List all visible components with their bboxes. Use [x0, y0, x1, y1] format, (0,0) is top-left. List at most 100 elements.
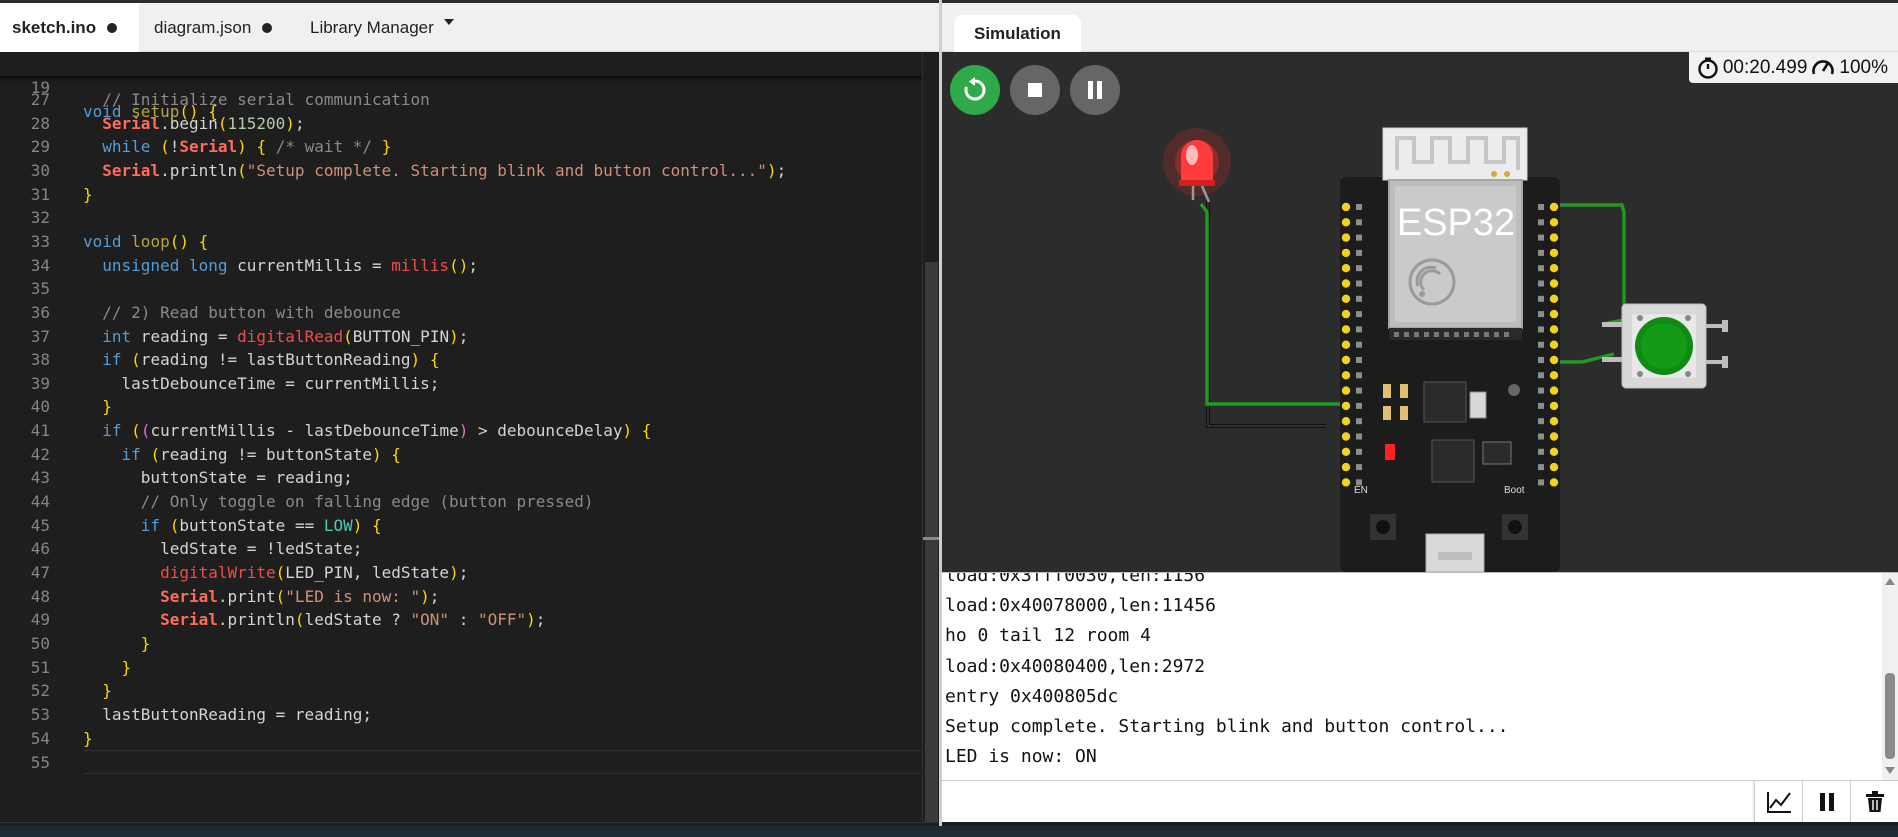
pin-label-mark — [1356, 265, 1362, 272]
led-anode-wire[interactable] — [1199, 202, 1342, 406]
serial-input[interactable] — [942, 781, 1752, 823]
pin-label-mark — [1356, 311, 1362, 318]
code-line[interactable]: 47 digitalWrite(LED_PIN, ledState); — [0, 561, 922, 585]
code-line[interactable]: 48 Serial.print("LED is now: "); — [0, 585, 922, 609]
header-pin[interactable] — [1341, 462, 1351, 472]
simulation-canvas[interactable]: 00:20.499 100% ESP32 EN Boot — [942, 52, 1898, 572]
header-pin[interactable] — [1341, 294, 1351, 303]
header-pin[interactable] — [1549, 432, 1559, 441]
header-pin[interactable] — [1341, 447, 1351, 456]
header-pin[interactable] — [1341, 309, 1351, 319]
header-pin[interactable] — [1341, 478, 1351, 487]
code-line[interactable]: 55 — [31, 750, 922, 775]
sticky-scroll-line[interactable]: 19 void setup() { — [0, 52, 922, 121]
header-pin[interactable] — [1549, 355, 1559, 365]
tab-library-manager[interactable]: Library Manager — [298, 3, 466, 52]
scrollbar-thumb[interactable] — [1885, 673, 1895, 759]
code-line[interactable]: 29 while (!Serial) { /* wait */ } — [0, 135, 922, 159]
code-line[interactable]: 53 lastButtonReading = reading; — [0, 703, 922, 727]
code-line[interactable]: 44 // Only toggle on falling edge (butto… — [0, 490, 922, 514]
serial-scrollbar[interactable] — [1882, 573, 1898, 780]
header-pin[interactable] — [1549, 417, 1559, 426]
header-pin[interactable] — [1549, 294, 1559, 303]
code-line[interactable]: 37 int reading = digitalRead(BUTTON_PIN)… — [0, 325, 922, 349]
code-line[interactable]: 51 } — [0, 656, 922, 680]
header-pin[interactable] — [1549, 279, 1559, 288]
scroll-down-icon[interactable] — [1885, 767, 1895, 774]
header-pin[interactable] — [1341, 371, 1351, 380]
code-line[interactable]: 31} — [0, 183, 922, 207]
code-line[interactable]: 52 } — [0, 679, 922, 703]
header-pin[interactable] — [1341, 248, 1351, 258]
editor-tab-bar: sketch.ino diagram.json Library Manager — [0, 0, 939, 52]
header-pin[interactable] — [1549, 202, 1559, 212]
code-area[interactable]: 19 void setup() { 26 pinMode(BUTTON_PIN,… — [0, 52, 922, 822]
header-pin[interactable] — [1341, 432, 1351, 441]
code-line[interactable]: 36 // 2) Read button with debounce — [0, 301, 922, 325]
code-line[interactable]: 39 lastDebounceTime = currentMillis; — [0, 372, 922, 396]
header-pin[interactable] — [1341, 340, 1351, 349]
pin-label-mark — [1356, 326, 1362, 333]
esp32-board[interactable] — [1340, 127, 1560, 572]
serial-monitor-output[interactable]: load:0x3fff0030,len:1156 load:0x40078000,… — [942, 572, 1898, 780]
header-pin[interactable] — [1341, 386, 1351, 395]
header-pin[interactable] — [1549, 371, 1559, 380]
header-pin[interactable] — [1341, 218, 1351, 227]
code-line[interactable]: 35 — [0, 277, 922, 301]
header-pin[interactable] — [1549, 447, 1559, 456]
header-pin[interactable] — [1549, 340, 1559, 349]
code-line[interactable]: 49 Serial.println(ledState ? "ON" : "OFF… — [0, 608, 922, 632]
code-line[interactable]: 33 void loop() { — [0, 230, 922, 254]
scroll-up-icon[interactable] — [1885, 578, 1895, 585]
header-pin[interactable] — [1341, 325, 1351, 334]
tab-sketch-ino[interactable]: sketch.ino — [0, 3, 139, 52]
code-line[interactable]: 42 if (reading != buttonState) { — [0, 443, 922, 467]
header-pin[interactable] — [1341, 279, 1351, 288]
code-line[interactable]: 46 ledState = !ledState; — [0, 537, 922, 561]
header-pin[interactable] — [1549, 264, 1559, 273]
line-number: 43 — [30, 468, 50, 488]
code-line[interactable]: 40 } — [0, 395, 922, 419]
header-pin[interactable] — [1549, 233, 1559, 242]
scrollbar-thumb[interactable] — [925, 262, 938, 822]
code-line[interactable]: 34 unsigned long currentMillis = millis(… — [0, 254, 922, 278]
header-pin[interactable] — [1549, 478, 1559, 487]
header-pin[interactable] — [1341, 417, 1351, 426]
editor-scrollbar[interactable] — [922, 52, 940, 822]
serial-line: load:0x3fff0030,len:1156 — [945, 572, 1206, 586]
chevron-down-icon[interactable] — [443, 18, 454, 25]
header-pin[interactable] — [1549, 218, 1559, 227]
code-line[interactable]: 54} — [0, 727, 922, 751]
code-line[interactable]: 50 } — [0, 632, 922, 656]
header-pin[interactable] — [1341, 264, 1351, 273]
code-line[interactable]: 30 Serial.println("Setup complete. Start… — [0, 159, 922, 183]
header-pin[interactable] — [1341, 355, 1351, 365]
tab-simulation[interactable]: Simulation — [954, 15, 1081, 52]
plotter-button[interactable] — [1754, 781, 1802, 823]
line-number: 52 — [30, 681, 50, 701]
code-line[interactable]: 41 if ((currentMillis - lastDebounceTime… — [0, 419, 922, 443]
green-pushbutton[interactable] — [1602, 303, 1728, 389]
header-pin[interactable] — [1549, 248, 1559, 258]
header-pin[interactable] — [1549, 386, 1559, 395]
header-pin[interactable] — [1549, 309, 1559, 319]
button-gnd-wire[interactable] — [1554, 203, 1626, 326]
circuit-diagram[interactable] — [942, 52, 1898, 572]
header-pin[interactable] — [1549, 401, 1559, 411]
code-line[interactable]: 32 — [0, 206, 922, 230]
clear-serial-button[interactable] — [1850, 781, 1898, 823]
header-pin[interactable] — [1341, 233, 1351, 242]
header-pin[interactable] — [1549, 462, 1559, 472]
line-number: 48 — [30, 586, 50, 606]
code-line[interactable]: 43 buttonState = reading; — [0, 466, 922, 490]
header-pin[interactable] — [1341, 202, 1351, 212]
code-line[interactable]: 38 if (reading != lastButtonReading) { — [0, 348, 922, 372]
header-pin[interactable] — [1549, 325, 1559, 334]
serial-pause-button[interactable] — [1802, 781, 1850, 823]
red-led[interactable] — [1163, 128, 1231, 203]
code-line[interactable]: 45 if (buttonState == LOW) { — [0, 514, 922, 538]
header-pin[interactable] — [1341, 401, 1351, 411]
led-cathode-wire[interactable] — [1206, 200, 1326, 428]
tab-diagram-json[interactable]: diagram.json — [142, 3, 284, 52]
line-number: 46 — [30, 539, 50, 559]
